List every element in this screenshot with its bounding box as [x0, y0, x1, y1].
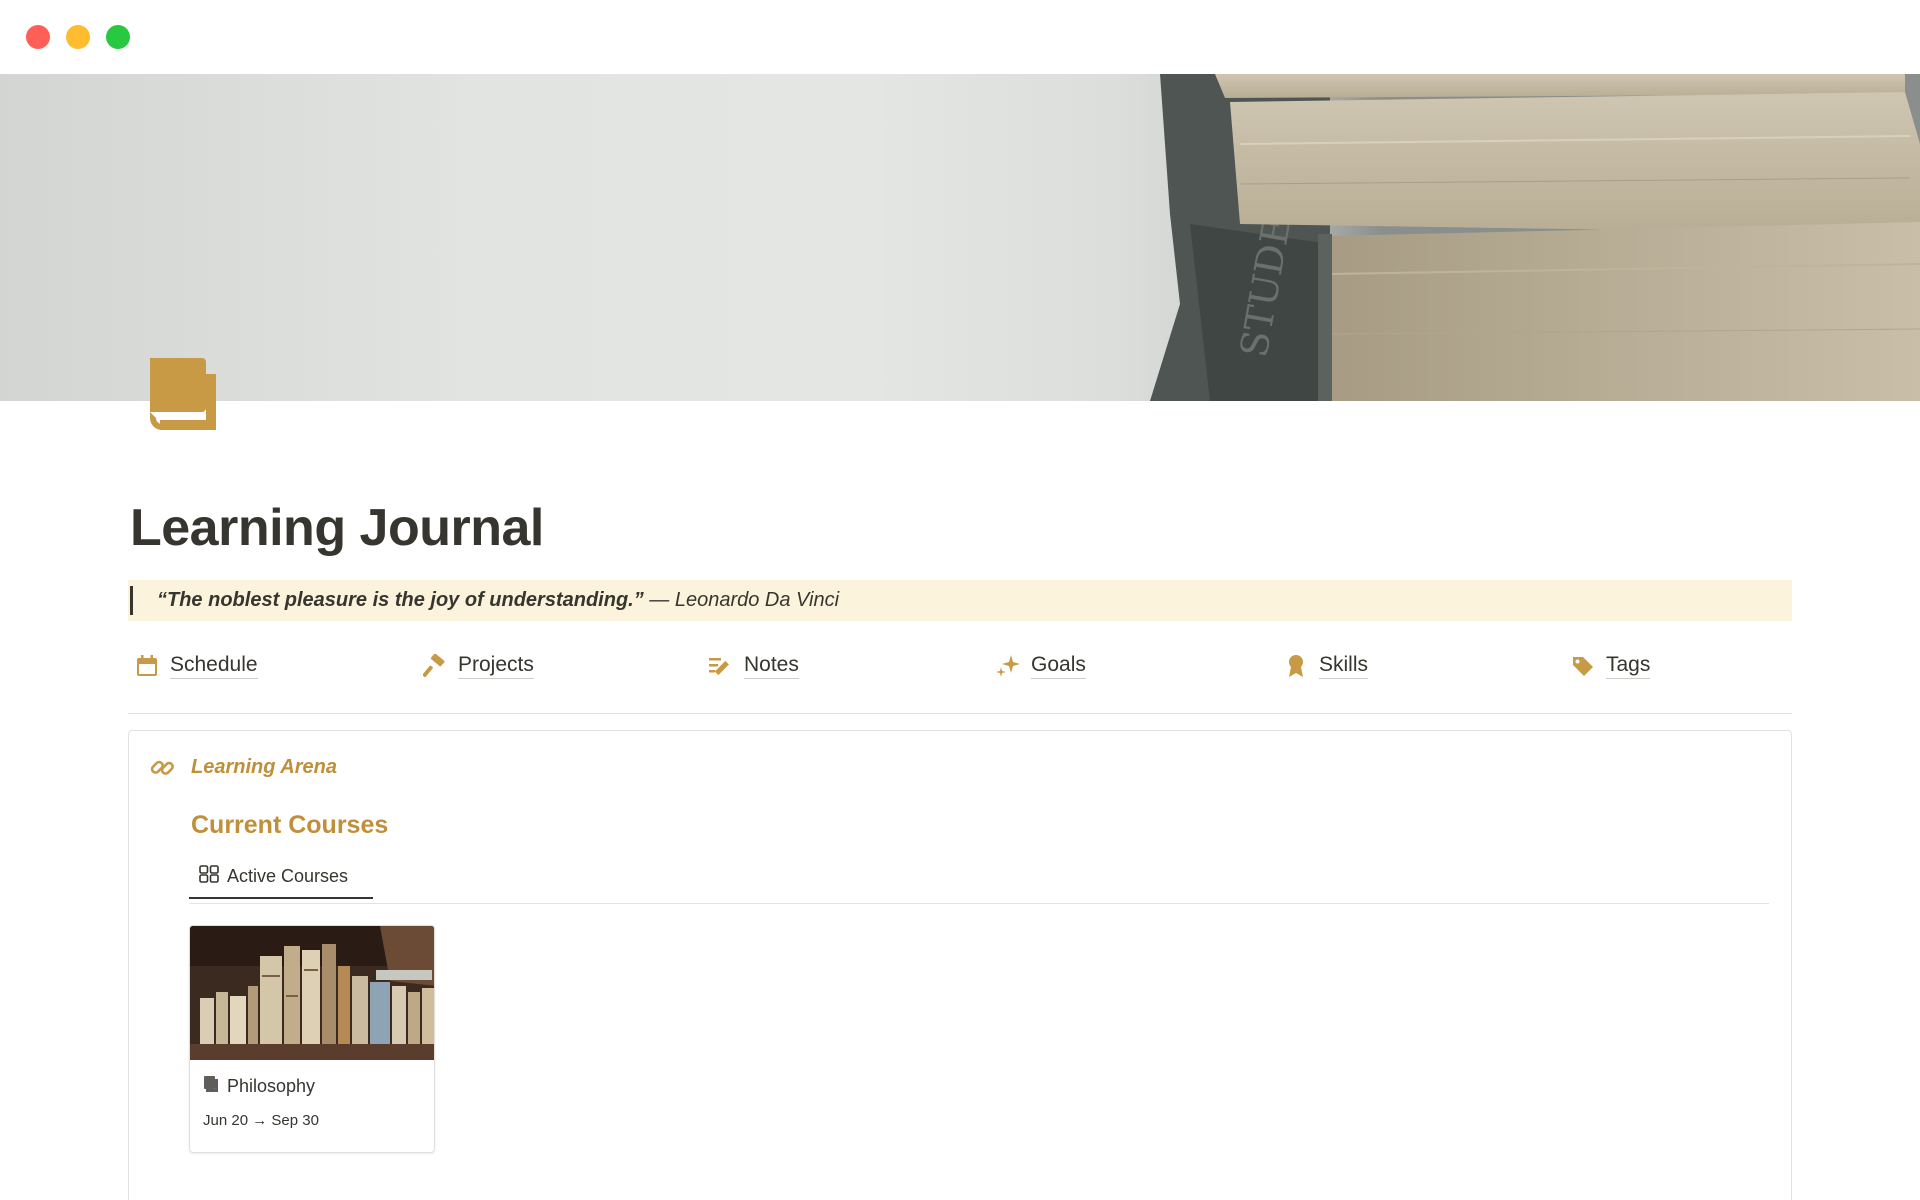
nav-link-projects[interactable]: Projects — [422, 648, 534, 684]
navigation-links: Schedule Projects Notes Goals Skills Tag… — [128, 648, 1792, 684]
divider — [128, 713, 1792, 714]
nav-link-skills[interactable]: Skills — [1283, 648, 1369, 684]
hammer-icon — [422, 653, 448, 679]
quote-attribution: — Leonardo Da Vinci — [643, 589, 840, 611]
nav-link-notes[interactable]: Notes — [708, 648, 799, 684]
link-icon — [149, 755, 175, 781]
card-title: Philosophy — [227, 1076, 316, 1096]
nav-label: Tags — [1606, 653, 1651, 679]
course-card[interactable]: Philosophy Jun 20 → Sep 30 — [189, 925, 435, 1153]
nav-label: Notes — [744, 653, 799, 679]
tab-label: Active Courses — [227, 865, 349, 886]
card-cover-image — [190, 926, 434, 1060]
zoom-window-button[interactable] — [106, 25, 130, 49]
section-heading: Current Courses — [191, 811, 389, 839]
nav-label: Projects — [458, 653, 534, 679]
nav-label: Schedule — [170, 653, 258, 679]
page-book-icon[interactable] — [148, 356, 222, 436]
tag-icon — [1570, 653, 1596, 679]
callout-label: Learning Arena — [191, 756, 337, 778]
quote-text: “The noblest pleasure is the joy of unde… — [157, 589, 839, 612]
page-title: Learning Journal — [130, 499, 544, 557]
book-icon — [203, 1075, 219, 1098]
book-stack-illustration: STUDENT — [1150, 74, 1920, 401]
list-edit-icon — [708, 653, 734, 679]
quote-main: “The noblest pleasure is the joy of unde… — [157, 589, 644, 611]
medal-icon — [1283, 653, 1309, 679]
nav-label: Goals — [1031, 653, 1086, 679]
learning-arena-callout: Learning Arena Current Courses Active Co… — [128, 730, 1792, 1200]
gallery-icon — [199, 864, 219, 888]
tab-divider — [189, 903, 1769, 904]
nav-link-tags[interactable]: Tags — [1570, 648, 1651, 684]
window-titlebar — [0, 0, 1920, 74]
sparkles-icon — [995, 653, 1021, 679]
tab-active-courses[interactable]: Active Courses — [189, 855, 373, 899]
cover-image: STUDENT — [0, 74, 1920, 401]
card-date-range: Jun 20 → Sep 30 — [203, 1112, 319, 1129]
card-title-row: Philosophy — [203, 1075, 315, 1098]
close-window-button[interactable] — [26, 25, 50, 49]
minimize-window-button[interactable] — [66, 25, 90, 49]
nav-link-schedule[interactable]: Schedule — [134, 648, 258, 684]
nav-label: Skills — [1319, 653, 1369, 679]
calendar-icon — [134, 653, 160, 679]
quote-bar — [130, 586, 133, 615]
quote-block: “The noblest pleasure is the joy of unde… — [128, 580, 1792, 621]
nav-link-goals[interactable]: Goals — [995, 648, 1086, 684]
